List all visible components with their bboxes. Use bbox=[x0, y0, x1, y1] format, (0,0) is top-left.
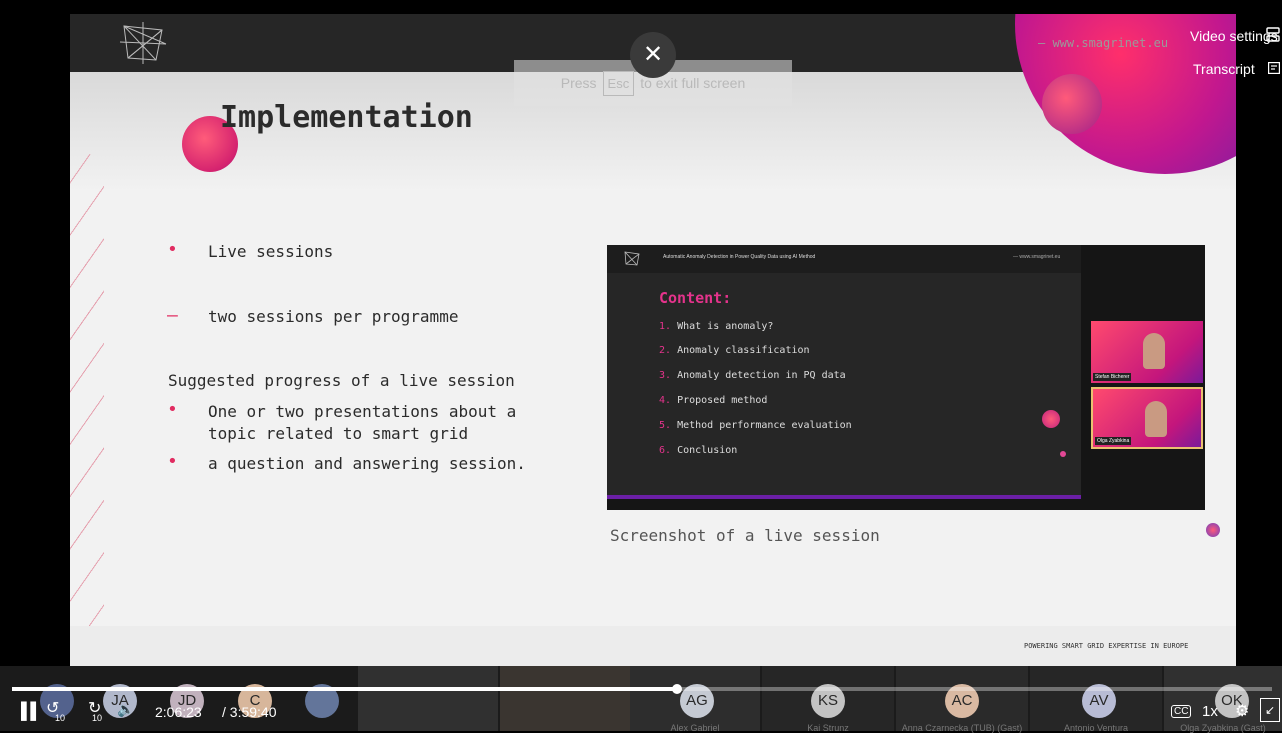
embedded-slide-url: — www.smagrinet.eu bbox=[1013, 254, 1061, 260]
decoration-dot bbox=[1206, 523, 1220, 537]
embedded-list-item: 5. Method performance evaluation bbox=[659, 420, 852, 431]
seek-bar-fill bbox=[12, 687, 677, 691]
progress-heading: Suggested progress of a live session bbox=[168, 371, 515, 390]
embedded-decoration-dot bbox=[1042, 410, 1060, 428]
transcript-button[interactable]: Transcript bbox=[1193, 61, 1255, 77]
dash-marker: – bbox=[167, 305, 178, 326]
hint-text: Press bbox=[560, 75, 597, 91]
esc-key-label: Esc bbox=[602, 70, 635, 96]
participant-name: Alex Gabriel bbox=[670, 723, 720, 733]
seek-bar[interactable] bbox=[12, 684, 1272, 694]
participant-name: Kai Strunz bbox=[807, 723, 849, 733]
video-settings-button[interactable]: Video settings bbox=[1190, 28, 1278, 44]
webcam-tile: Stefan Bicherer bbox=[1091, 321, 1203, 383]
embedded-list-item: 6. Conclusion bbox=[659, 445, 738, 456]
participant-name: Olga Zyabkina (Gast) bbox=[1180, 723, 1266, 733]
embedded-list-item: 4. Proposed method bbox=[659, 395, 768, 406]
embedded-decoration-dot bbox=[1060, 451, 1066, 457]
slide-title: Implementation bbox=[220, 100, 473, 135]
bullet-presentations-line2: topic related to smart grid bbox=[208, 424, 469, 443]
decorative-slashes bbox=[70, 154, 104, 664]
transcript-icon[interactable] bbox=[1268, 62, 1280, 74]
embedded-list-item: 3. Anomaly detection in PQ data bbox=[659, 370, 846, 381]
slide-footer-text: POWERING SMART GRID EXPERTISE IN EUROPE bbox=[1024, 642, 1189, 650]
total-time: / 3:59:40 bbox=[222, 704, 277, 720]
embedded-list-item: 1. What is anomaly? bbox=[659, 321, 774, 332]
video-settings-icon[interactable] bbox=[1266, 26, 1280, 44]
site-url: — www.smagrinet.eu bbox=[1038, 36, 1169, 50]
embedded-content-title: Content: bbox=[659, 289, 732, 307]
embedded-list-item: 2. Anomaly classification bbox=[659, 345, 810, 356]
live-session-screenshot: Automatic Anomaly Detection in Power Qua… bbox=[607, 245, 1205, 510]
bullet-marker: • bbox=[167, 451, 178, 472]
settings-gear-icon[interactable]: ⚙ bbox=[1235, 701, 1249, 721]
exit-fullscreen-icon[interactable]: ↙ bbox=[1260, 698, 1280, 722]
bullet-two-sessions: two sessions per programme bbox=[208, 307, 459, 326]
embedded-slide-header: Automatic Anomaly Detection in Power Qua… bbox=[663, 254, 816, 260]
bullet-marker: • bbox=[167, 239, 178, 260]
embedded-slide: Automatic Anomaly Detection in Power Qua… bbox=[607, 245, 1081, 499]
presentation-slide: — www.smagrinet.eu Implementation • Live… bbox=[70, 14, 1236, 667]
seek-bar-thumb[interactable] bbox=[671, 684, 682, 694]
close-button[interactable]: ✕ bbox=[630, 32, 676, 78]
smagrinet-logo-icon bbox=[119, 22, 167, 64]
webcam-tile: Olga Zyabkina bbox=[1091, 387, 1203, 449]
webcam-name: Stefan Bicherer bbox=[1093, 373, 1132, 381]
participant-name: Antonio Ventura bbox=[1063, 723, 1129, 733]
playback-speed-button[interactable]: 1x bbox=[1202, 703, 1218, 720]
webcam-name: Olga Zyabkina bbox=[1095, 437, 1132, 445]
pause-icon[interactable]: ▌▌ bbox=[21, 703, 42, 721]
current-time: 2:06:23 bbox=[155, 704, 202, 720]
volume-icon[interactable]: 🔈 bbox=[117, 701, 134, 718]
bullet-presentations-line1: One or two presentations about a bbox=[208, 402, 517, 421]
presenter-figure bbox=[1143, 333, 1165, 369]
bullet-qa-session: a question and answering session. bbox=[208, 454, 526, 473]
bullet-marker: • bbox=[167, 399, 178, 420]
presenter-figure bbox=[1145, 401, 1167, 437]
participant-tile bbox=[358, 666, 498, 731]
skip-forward-seconds: 10 bbox=[92, 713, 103, 723]
skip-back-seconds: 10 bbox=[55, 713, 66, 723]
bullet-live-sessions: Live sessions bbox=[208, 242, 334, 261]
decorative-gradient-circle bbox=[1042, 74, 1102, 134]
captions-button[interactable]: CC bbox=[1171, 705, 1192, 718]
embedded-logo-icon bbox=[624, 251, 640, 266]
participant-tile bbox=[500, 666, 630, 731]
participant-name: Anna Czarnecka (TUB) (Gast) bbox=[901, 723, 1023, 733]
screenshot-caption: Screenshot of a live session bbox=[610, 526, 880, 545]
